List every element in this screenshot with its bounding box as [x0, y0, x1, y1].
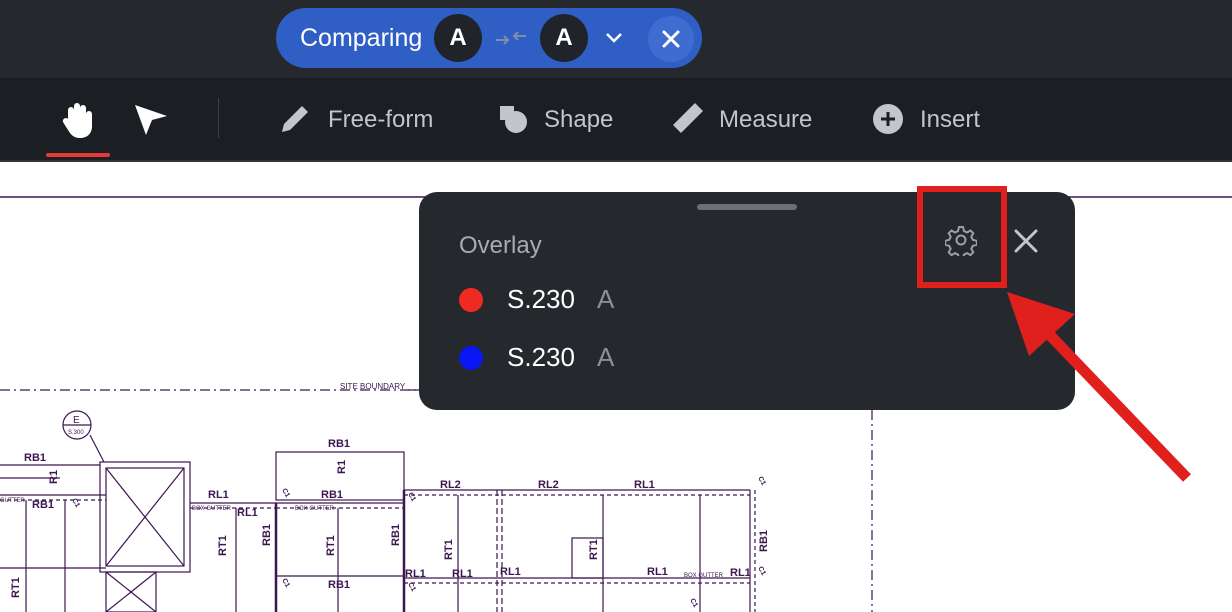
tool-insert-label: Insert	[920, 106, 981, 133]
beam-label: RL1	[452, 568, 473, 580]
tool-free-form[interactable]: Free-form	[278, 78, 448, 160]
ruler-icon	[673, 103, 703, 133]
column-label: C1	[756, 476, 767, 487]
close-compare-button[interactable]	[648, 16, 694, 62]
beam-label: RL1	[500, 566, 521, 578]
overlay-color-dot-blue	[459, 346, 483, 370]
overlay-revision: A	[597, 342, 615, 372]
beam-label: RB1	[321, 489, 343, 501]
annotation-toolbar: Free-form Shape Measure Insert	[0, 78, 1232, 162]
box-gutter-label: BOX GUTTER	[295, 506, 335, 512]
top-bar: Comparing A A	[0, 0, 1232, 78]
box-gutter-label: BOX GUTTER	[192, 506, 232, 512]
beam-label: RL1	[237, 507, 258, 519]
tool-shape-label: Shape	[544, 106, 614, 133]
box-gutter-label: BOX GUTTER	[684, 573, 724, 579]
chevron-down-icon[interactable]	[602, 26, 626, 50]
tool-measure[interactable]: Measure	[670, 78, 830, 160]
overlay-revision: A	[597, 284, 615, 314]
column-label: C1	[406, 582, 417, 593]
select-arrow-icon[interactable]	[132, 102, 170, 138]
beam-label: RB1	[758, 530, 770, 552]
annotation-arrow	[1007, 292, 1191, 482]
beam-label: RL1	[647, 566, 668, 578]
overlay-title: Overlay	[459, 232, 542, 259]
beam-label: RB1	[261, 524, 273, 546]
tool-free-form-label: Free-form	[328, 106, 434, 133]
toolbar-divider	[218, 98, 219, 138]
close-icon[interactable]	[1011, 226, 1041, 256]
beam-label: RT1	[217, 535, 229, 556]
tool-insert[interactable]: Insert	[872, 78, 1002, 160]
beam-label: R1	[48, 470, 60, 484]
beam-label: RL1	[634, 479, 655, 491]
beam-label: RT1	[325, 535, 337, 556]
column-label: C1	[756, 566, 767, 577]
overlay-sheet-name: S.230	[507, 342, 575, 372]
gutter-label: GUTTER	[0, 498, 25, 504]
beam-label: R1	[336, 460, 348, 474]
site-boundary-label: SITE BOUNDARY	[340, 382, 406, 391]
beam-label: RT1	[443, 539, 455, 560]
close-icon	[662, 30, 680, 48]
tool-measure-label: Measure	[719, 106, 813, 133]
hand-icon[interactable]	[60, 100, 96, 140]
overlay-row[interactable]: S.230 A	[419, 338, 819, 378]
overlay-sheet-name: S.230	[507, 284, 575, 314]
column-label: C1	[70, 498, 81, 509]
tool-shape[interactable]: Shape	[496, 78, 626, 160]
beam-label: RB1	[24, 452, 46, 464]
beam-label: RB1	[32, 499, 54, 511]
beam-label: RB1	[390, 524, 402, 546]
column-label: C1	[280, 578, 291, 589]
shape-icon	[500, 106, 527, 133]
version-a-badge[interactable]: A	[434, 14, 482, 62]
beam-label: RB1	[328, 438, 350, 450]
swap-icon[interactable]	[494, 26, 528, 50]
beam-label: RB1	[328, 579, 350, 591]
active-tool-indicator	[46, 153, 110, 157]
comparing-label: Comparing	[300, 24, 423, 52]
beam-label: RL1	[208, 489, 229, 501]
beam-label: RL2	[440, 479, 461, 491]
version-b-badge[interactable]: A	[540, 14, 588, 62]
beam-label: RT1	[10, 577, 22, 598]
beam-label: RT1	[588, 539, 600, 560]
section-marker-letter: E	[73, 415, 80, 426]
beam-label: RL1	[405, 568, 426, 580]
overlay-color-dot-red	[459, 288, 483, 312]
section-marker-ref: S.300	[68, 430, 84, 436]
compare-pill[interactable]: Comparing A A	[276, 8, 702, 68]
beam-label: RL1	[730, 567, 751, 579]
pen-icon	[282, 106, 308, 132]
overlay-row[interactable]: S.230 A	[419, 280, 819, 320]
plus-circle-icon	[873, 104, 903, 134]
highlight-box	[917, 186, 1007, 288]
column-label: C1	[688, 598, 699, 609]
drag-handle[interactable]	[697, 204, 797, 210]
beam-label: RL2	[538, 479, 559, 491]
column-label: C1	[406, 492, 417, 503]
column-label: C1	[280, 488, 291, 499]
